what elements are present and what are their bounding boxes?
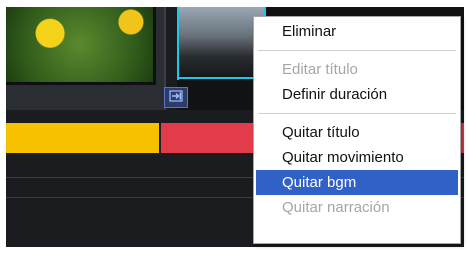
video-track-segment[interactable]: [6, 123, 159, 153]
transition-button[interactable]: [164, 87, 188, 108]
transition-icon: [169, 90, 183, 105]
menu-item-quitar-narracion: Quitar narración: [282, 199, 390, 216]
context-menu: Eliminar Editar título Definir duración …: [253, 16, 461, 244]
menu-item-eliminar[interactable]: Eliminar: [254, 19, 460, 44]
menu-item-definir-duracion[interactable]: Definir duración: [254, 82, 460, 107]
menu-item-quitar-titulo[interactable]: Quitar título: [254, 120, 460, 145]
clip-thumbnail-flower[interactable]: [6, 7, 156, 85]
playhead-line: [177, 7, 179, 80]
storyboard-slot-left[interactable]: [6, 7, 166, 110]
menu-separator: [258, 113, 456, 114]
menu-separator: [258, 50, 456, 51]
menu-item-quitar-bgm[interactable]: Quitar bgm: [256, 170, 458, 195]
menu-item-editar-titulo: Editar título: [282, 61, 358, 78]
menu-item-quitar-movimiento[interactable]: Quitar movimiento: [254, 145, 460, 170]
